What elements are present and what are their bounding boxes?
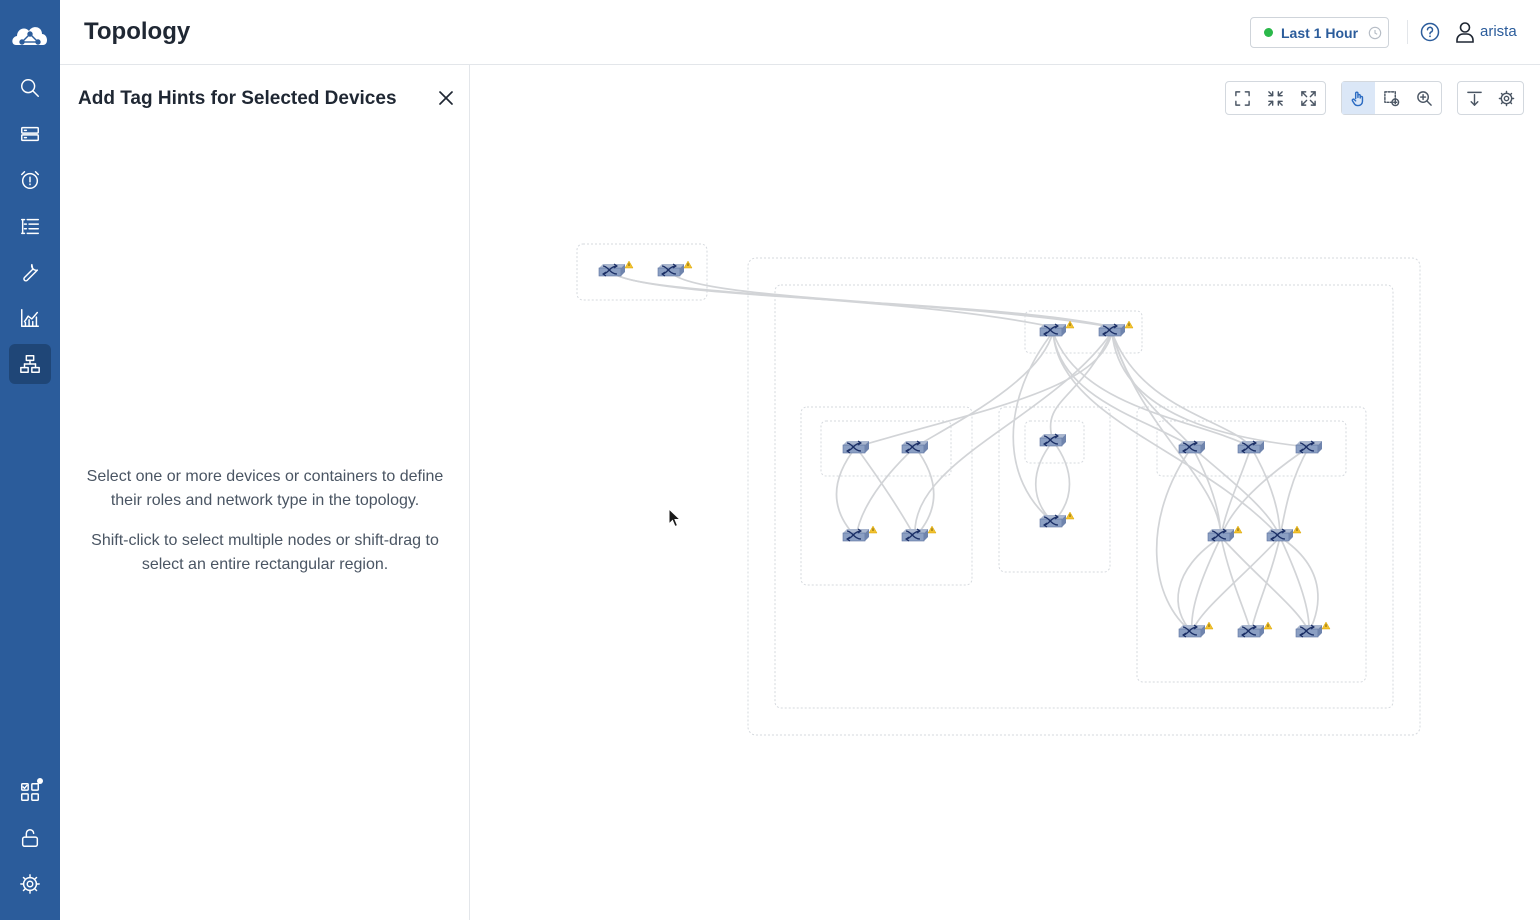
tag-hints-panel: Add Tag Hints for Selected Devices Selec…: [60, 65, 470, 920]
topology-links: [611, 271, 1319, 633]
switch-node[interactable]: [901, 525, 937, 542]
switch-node[interactable]: [1098, 320, 1134, 337]
switch-node[interactable]: [1039, 433, 1067, 447]
unlock-icon[interactable]: [9, 818, 51, 858]
top-header: Topology Last 1 Hour arista: [60, 0, 1540, 65]
live-status-dot: [1264, 28, 1273, 37]
switch-node[interactable]: [1237, 440, 1265, 454]
dashboards-chart-icon[interactable]: [9, 298, 51, 338]
user-name-link[interactable]: arista: [1480, 23, 1517, 40]
close-icon[interactable]: [437, 89, 455, 107]
switch-node[interactable]: [657, 260, 693, 277]
panel-help-text-shift: Shift-click to select multiple nodes or …: [91, 532, 439, 573]
topology-canvas[interactable]: [470, 65, 1540, 920]
container-group-1: [576, 243, 708, 301]
switch-node[interactable]: [842, 440, 870, 454]
time-range-label: Last 1 Hour: [1281, 24, 1359, 41]
switch-node[interactable]: [1295, 440, 1323, 454]
time-range-button[interactable]: Last 1 Hour: [1250, 17, 1389, 48]
clock-icon: [1368, 26, 1382, 39]
left-nav-rail: [0, 0, 60, 920]
user-icon[interactable]: [1455, 21, 1475, 43]
panel-help-text-select: Select one or more devices or containers…: [86, 468, 444, 509]
settings-gear-icon[interactable]: [9, 864, 51, 904]
notification-dot: [37, 778, 43, 784]
switch-node[interactable]: [598, 260, 634, 277]
container-outer: [747, 257, 1421, 736]
help-icon[interactable]: [1420, 22, 1440, 42]
container-inner: [774, 284, 1394, 709]
provisioning-wrench-icon[interactable]: [9, 252, 51, 292]
topology-nodes: [598, 260, 1331, 638]
events-alarm-icon[interactable]: [9, 160, 51, 200]
devices-icon[interactable]: [9, 114, 51, 154]
apps-grid-icon[interactable]: [9, 772, 51, 812]
container-pod-1-top: [820, 420, 952, 477]
switch-node[interactable]: [1039, 320, 1075, 337]
cloud-network-logo[interactable]: [8, 18, 52, 52]
page-title: Topology: [84, 18, 191, 45]
switch-node[interactable]: [1178, 440, 1206, 454]
switch-node[interactable]: [901, 440, 929, 454]
mouse-cursor-icon: [668, 508, 682, 528]
container-pod-1: [800, 406, 973, 586]
switch-node[interactable]: [1237, 621, 1273, 638]
container-pod-2: [998, 406, 1111, 573]
header-divider: [1407, 20, 1408, 44]
search-icon[interactable]: [9, 68, 51, 108]
panel-title: Add Tag Hints for Selected Devices: [78, 88, 397, 109]
workspaces-list-icon[interactable]: [9, 206, 51, 246]
topology-icon[interactable]: [9, 344, 51, 384]
